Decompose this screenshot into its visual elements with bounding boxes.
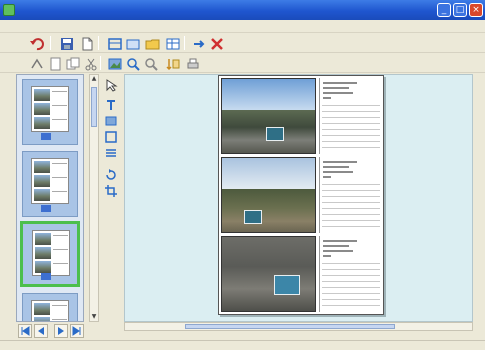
entry-notes[interactable] bbox=[319, 157, 381, 233]
undo-icon[interactable] bbox=[28, 35, 44, 51]
save-icon[interactable] bbox=[58, 35, 74, 51]
thumbnail-page bbox=[31, 300, 69, 321]
toolbar-separator bbox=[50, 36, 51, 50]
menu-bar bbox=[0, 20, 485, 33]
page-navigation bbox=[0, 322, 124, 340]
text-tool-icon[interactable] bbox=[104, 98, 118, 112]
close-button[interactable]: × bbox=[469, 3, 483, 17]
scrollbar-thumb[interactable] bbox=[185, 324, 395, 329]
thumbnail-badge bbox=[41, 133, 51, 140]
side-toolbar bbox=[102, 74, 122, 322]
minimize-button[interactable]: _ bbox=[437, 3, 451, 17]
page-thumbnail-4[interactable] bbox=[22, 293, 78, 321]
photo-signboard bbox=[274, 275, 300, 295]
entry-photo[interactable] bbox=[221, 78, 316, 154]
photo-entry-3[interactable] bbox=[221, 236, 381, 314]
photo-entry-1[interactable] bbox=[221, 78, 381, 156]
scroll-down-arrow-icon[interactable]: ▼ bbox=[90, 313, 98, 321]
arrow-icon[interactable] bbox=[190, 35, 206, 51]
page-thumbnail-3-selected[interactable] bbox=[20, 221, 80, 287]
toolbar-separator bbox=[184, 36, 185, 50]
image-tool-icon[interactable] bbox=[104, 114, 118, 128]
thumbnail-panel bbox=[16, 74, 84, 322]
layout-icon[interactable] bbox=[106, 35, 122, 51]
arrow-tool-icon[interactable] bbox=[104, 78, 118, 92]
zoom-in-icon[interactable] bbox=[124, 55, 140, 71]
first-page-icon[interactable] bbox=[18, 324, 32, 338]
title-bar: _ □ × bbox=[0, 0, 485, 20]
page-thumbnail-2[interactable] bbox=[22, 151, 78, 217]
photo-icon[interactable] bbox=[106, 55, 122, 71]
rotate-tool-icon[interactable] bbox=[104, 168, 118, 182]
frame-tool-icon[interactable] bbox=[104, 130, 118, 144]
thumbnail-page bbox=[32, 230, 70, 276]
page-icon[interactable] bbox=[46, 55, 62, 71]
canvas-horizontal-scrollbar[interactable] bbox=[124, 322, 473, 331]
next-page-icon[interactable] bbox=[54, 324, 68, 338]
entry-photo[interactable] bbox=[221, 157, 316, 233]
secondary-toolbar bbox=[0, 53, 485, 73]
crop-tool-icon[interactable] bbox=[104, 184, 118, 198]
maximize-button[interactable]: □ bbox=[453, 3, 467, 17]
pointer-icon[interactable] bbox=[28, 55, 44, 71]
entry-photo[interactable] bbox=[221, 236, 316, 312]
zoom-out-icon[interactable] bbox=[142, 55, 158, 71]
scroll-up-arrow-icon[interactable]: ▲ bbox=[90, 75, 98, 83]
thumbnail-badge bbox=[41, 273, 51, 280]
cut-icon[interactable] bbox=[82, 55, 98, 71]
document-page[interactable] bbox=[218, 75, 384, 315]
app-icon bbox=[3, 4, 15, 16]
toolbar-separator bbox=[100, 56, 101, 70]
print-icon[interactable] bbox=[184, 55, 200, 71]
toolbar-separator bbox=[98, 36, 99, 50]
prev-page-icon[interactable] bbox=[34, 324, 48, 338]
thumbnail-page bbox=[31, 86, 69, 132]
status-bar bbox=[0, 340, 485, 350]
photo-entry-2[interactable] bbox=[221, 157, 381, 235]
entry-notes[interactable] bbox=[319, 78, 381, 154]
document-canvas[interactable] bbox=[124, 74, 473, 322]
page-thumbnail-1[interactable] bbox=[22, 79, 78, 145]
table-icon[interactable] bbox=[164, 35, 180, 51]
scrollbar-thumb[interactable] bbox=[91, 87, 97, 127]
thumbnail-badge bbox=[41, 205, 51, 212]
folder-icon[interactable] bbox=[144, 35, 160, 51]
photo-signboard bbox=[266, 127, 284, 141]
delete-icon[interactable] bbox=[208, 35, 224, 51]
copy-icon[interactable] bbox=[64, 55, 80, 71]
main-toolbar bbox=[0, 33, 485, 53]
last-page-icon[interactable] bbox=[70, 324, 84, 338]
photo-signboard bbox=[244, 210, 262, 224]
sort-icon[interactable] bbox=[164, 55, 180, 71]
thumbnail-page bbox=[31, 158, 69, 204]
list-tool-icon[interactable] bbox=[104, 146, 118, 160]
thumbnail-scrollbar[interactable]: ▲ ▼ bbox=[89, 74, 99, 322]
entry-notes[interactable] bbox=[319, 236, 381, 312]
frame-icon[interactable] bbox=[124, 35, 140, 51]
document-icon[interactable] bbox=[78, 35, 94, 51]
